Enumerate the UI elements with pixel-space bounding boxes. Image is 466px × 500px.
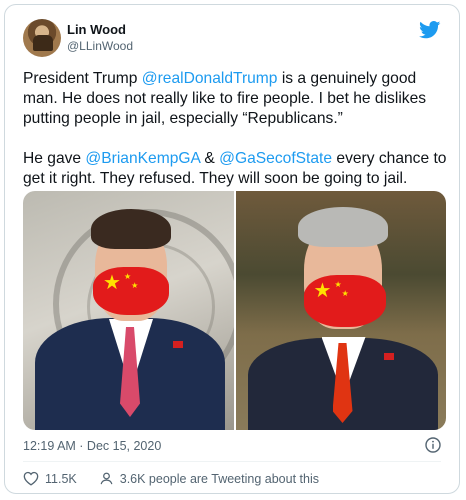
tweet-text-part: & — [200, 150, 220, 167]
avatar[interactable] — [23, 19, 61, 57]
star-icon: ★ — [131, 281, 139, 290]
star-icon: ★ — [313, 280, 332, 302]
author-handle[interactable]: @LLinWood — [67, 39, 133, 53]
author-name[interactable]: Lin Wood — [67, 22, 126, 37]
hair — [91, 209, 171, 249]
mention-link[interactable]: @realDonaldTrump — [142, 70, 278, 87]
photo-kemp[interactable]: ★ ★ ★ — [23, 191, 234, 430]
hair — [297, 207, 388, 247]
star-icon: ★ — [123, 272, 132, 281]
twitter-bird-icon[interactable] — [419, 21, 441, 39]
tweeting-about-link[interactable]: 3.6K people are Tweeting about this — [99, 471, 319, 486]
mention-link[interactable]: @BrianKempGA — [85, 150, 200, 167]
info-icon[interactable] — [425, 437, 441, 453]
star-icon: ★ — [341, 289, 349, 298]
tweet-actions: 11.5K 3.6K people are Tweeting about thi… — [23, 471, 341, 486]
tweet-card: Lin Wood @LLinWood President Trump @real… — [4, 4, 460, 494]
flag-pin — [173, 341, 183, 348]
tweet-text: President Trump @realDonaldTrump is a ge… — [23, 69, 453, 189]
divider — [23, 461, 441, 462]
star-icon: ★ — [334, 280, 342, 289]
tweet-media[interactable]: ★ ★ ★ ★ ★ ★ — [23, 191, 446, 430]
tweet-text-part: President Trump — [23, 70, 142, 87]
heart-icon — [23, 471, 39, 486]
tweeting-about-text: 3.6K people are Tweeting about this — [119, 471, 319, 486]
tweet-text-part: He gave — [23, 150, 86, 167]
mention-link[interactable]: @GaSecofState — [219, 150, 332, 167]
like-count: 11.5K — [45, 471, 77, 486]
person-icon — [100, 472, 113, 485]
star-icon: ★ — [103, 272, 121, 294]
photo-raffensperger[interactable]: ★ ★ ★ — [235, 191, 446, 430]
flag-pin — [383, 353, 394, 360]
tweet-timestamp[interactable]: 12:19 AM · Dec 15, 2020 — [23, 439, 161, 453]
mask: ★ ★ ★ — [93, 267, 169, 315]
mask: ★ ★ ★ — [303, 275, 386, 327]
like-button[interactable]: 11.5K — [23, 471, 77, 486]
